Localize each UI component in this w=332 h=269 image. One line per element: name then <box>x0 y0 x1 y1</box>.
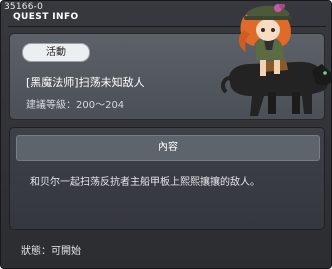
npc-character-image <box>221 4 332 116</box>
quest-code: 35166-0 <box>4 2 44 12</box>
quest-description: 和贝尔一起扫荡反抗者主船甲板上熙熙攘攘的敌人。 <box>30 177 260 188</box>
quest-name: [黑魔法师]扫荡未知敌人 <box>26 76 145 89</box>
content-section-header: 內容 <box>16 135 320 161</box>
window-title: QUEST INFO <box>13 12 79 22</box>
quest-info-window: 35166-0 QUEST INFO 活動 [黑魔法师]扫荡未知敌人 建議等級：… <box>0 0 332 269</box>
quest-category-badge: 活動 <box>22 43 90 62</box>
quest-content-panel: 內容 和贝尔一起扫荡反抗者主船甲板上熙熙攘攘的敌人。 <box>9 127 325 230</box>
quest-status: 狀態：可開始 <box>21 246 81 257</box>
level-requirement: 建議等級：200～204 <box>26 100 125 111</box>
